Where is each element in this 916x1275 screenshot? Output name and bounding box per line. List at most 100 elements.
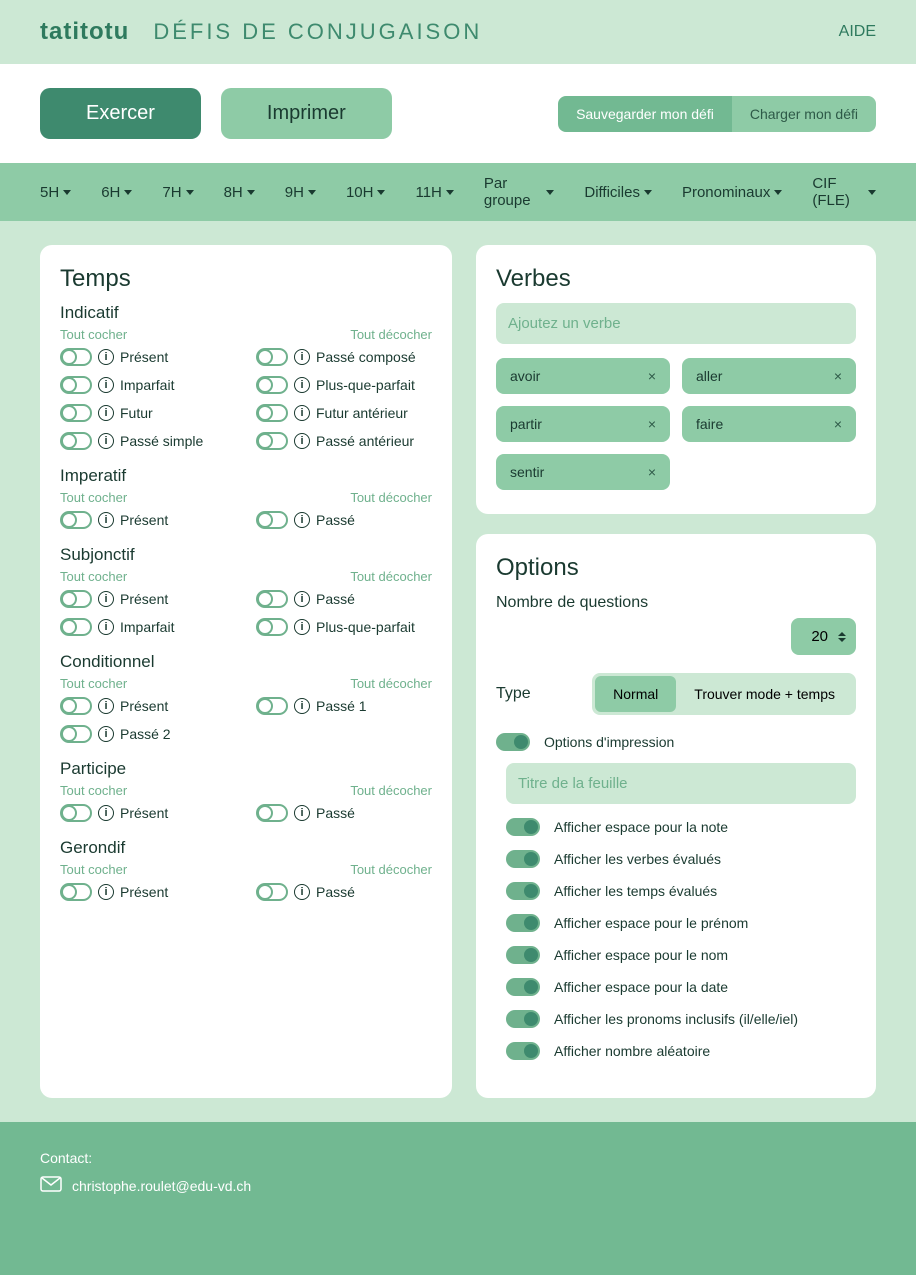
nav-item-7h[interactable]: 7H (162, 175, 193, 209)
tense-item: iPassé (256, 590, 432, 608)
info-icon[interactable]: i (98, 512, 114, 528)
option-toggle[interactable] (506, 850, 540, 868)
chevron-down-icon (774, 190, 782, 195)
info-icon[interactable]: i (98, 591, 114, 607)
tense-toggle[interactable] (256, 697, 288, 715)
load-button[interactable]: Charger mon défi (732, 96, 876, 132)
info-icon[interactable]: i (294, 698, 310, 714)
tense-toggle[interactable] (60, 618, 92, 636)
check-all-link[interactable]: Tout cocher (60, 783, 127, 798)
nav-item-cif-fle-[interactable]: CIF (FLE) (812, 175, 876, 209)
uncheck-all-link[interactable]: Tout décocher (350, 327, 432, 342)
contact-email[interactable]: christophe.roulet@edu-vd.ch (72, 1178, 251, 1194)
uncheck-all-link[interactable]: Tout décocher (350, 862, 432, 877)
verb-input[interactable] (496, 303, 856, 344)
info-icon[interactable]: i (294, 433, 310, 449)
info-icon[interactable]: i (294, 591, 310, 607)
tense-toggle[interactable] (256, 432, 288, 450)
tense-toggle[interactable] (60, 348, 92, 366)
print-options-label: Options d'impression (544, 734, 674, 750)
tense-label: Passé (316, 884, 355, 900)
uncheck-all-link[interactable]: Tout décocher (350, 569, 432, 584)
tense-toggle[interactable] (256, 348, 288, 366)
info-icon[interactable]: i (98, 726, 114, 742)
info-icon[interactable]: i (98, 349, 114, 365)
close-icon[interactable]: × (834, 416, 842, 432)
tense-label: Présent (120, 349, 168, 365)
type-mode-button[interactable]: Trouver mode + temps (676, 676, 853, 712)
tense-toggle[interactable] (60, 697, 92, 715)
type-normal-button[interactable]: Normal (595, 676, 676, 712)
tense-toggle[interactable] (256, 404, 288, 422)
close-icon[interactable]: × (648, 416, 656, 432)
info-icon[interactable]: i (294, 377, 310, 393)
option-toggle[interactable] (506, 818, 540, 836)
tense-toggle[interactable] (60, 376, 92, 394)
option-toggle[interactable] (506, 946, 540, 964)
tense-toggle[interactable] (60, 883, 92, 901)
tab-exercer[interactable]: Exercer (40, 88, 201, 139)
tense-toggle[interactable] (256, 590, 288, 608)
nav-item-5h[interactable]: 5H (40, 175, 71, 209)
tense-toggle[interactable] (256, 618, 288, 636)
uncheck-all-link[interactable]: Tout décocher (350, 490, 432, 505)
info-icon[interactable]: i (294, 349, 310, 365)
info-icon[interactable]: i (294, 619, 310, 635)
save-button[interactable]: Sauvegarder mon défi (558, 96, 732, 132)
close-icon[interactable]: × (648, 368, 656, 384)
info-icon[interactable]: i (294, 512, 310, 528)
tense-toggle[interactable] (256, 511, 288, 529)
info-icon[interactable]: i (98, 698, 114, 714)
option-toggle[interactable] (506, 882, 540, 900)
check-all-link[interactable]: Tout cocher (60, 676, 127, 691)
check-all-link[interactable]: Tout cocher (60, 490, 127, 505)
option-toggle[interactable] (506, 1010, 540, 1028)
info-icon[interactable]: i (98, 619, 114, 635)
nav-item-6h[interactable]: 6H (101, 175, 132, 209)
nav-item-11h[interactable]: 11H (415, 175, 453, 209)
info-icon[interactable]: i (98, 433, 114, 449)
close-icon[interactable]: × (834, 368, 842, 384)
nav-item-difficiles[interactable]: Difficiles (584, 175, 652, 209)
info-icon[interactable]: i (294, 884, 310, 900)
tense-toggle[interactable] (256, 376, 288, 394)
nb-questions-select[interactable]: 20 (791, 618, 856, 655)
print-option-row: Afficher les verbes évalués (506, 850, 856, 868)
info-icon[interactable]: i (98, 405, 114, 421)
nav-item-par-groupe[interactable]: Par groupe (484, 175, 555, 209)
tense-toggle[interactable] (60, 511, 92, 529)
close-icon[interactable]: × (648, 464, 656, 480)
tense-toggle[interactable] (60, 804, 92, 822)
nav-item-10h[interactable]: 10H (346, 175, 386, 209)
tense-toggle[interactable] (60, 404, 92, 422)
check-all-link[interactable]: Tout cocher (60, 327, 127, 342)
tense-label: Passé simple (120, 433, 203, 449)
uncheck-all-link[interactable]: Tout décocher (350, 783, 432, 798)
option-toggle[interactable] (506, 914, 540, 932)
tense-toggle[interactable] (256, 804, 288, 822)
nav-item-pronominaux[interactable]: Pronominaux (682, 175, 782, 209)
info-icon[interactable]: i (294, 405, 310, 421)
info-icon[interactable]: i (98, 377, 114, 393)
tense-item: iPrésent (60, 511, 236, 529)
option-toggle[interactable] (506, 978, 540, 996)
check-all-link[interactable]: Tout cocher (60, 569, 127, 584)
tense-toggle[interactable] (60, 590, 92, 608)
tense-toggle[interactable] (60, 725, 92, 743)
info-icon[interactable]: i (98, 884, 114, 900)
sheet-title-input[interactable] (506, 763, 856, 804)
uncheck-all-link[interactable]: Tout décocher (350, 676, 432, 691)
info-icon[interactable]: i (98, 805, 114, 821)
print-options-toggle[interactable] (496, 733, 530, 751)
tense-toggle[interactable] (256, 883, 288, 901)
tab-imprimer[interactable]: Imprimer (221, 88, 392, 139)
nav-item-9h[interactable]: 9H (285, 175, 316, 209)
check-all-link[interactable]: Tout cocher (60, 862, 127, 877)
tense-label: Présent (120, 698, 168, 714)
tense-toggle[interactable] (60, 432, 92, 450)
info-icon[interactable]: i (294, 805, 310, 821)
option-label: Afficher espace pour le prénom (554, 915, 748, 931)
nav-item-8h[interactable]: 8H (224, 175, 255, 209)
option-toggle[interactable] (506, 1042, 540, 1060)
help-link[interactable]: AIDE (839, 23, 876, 41)
